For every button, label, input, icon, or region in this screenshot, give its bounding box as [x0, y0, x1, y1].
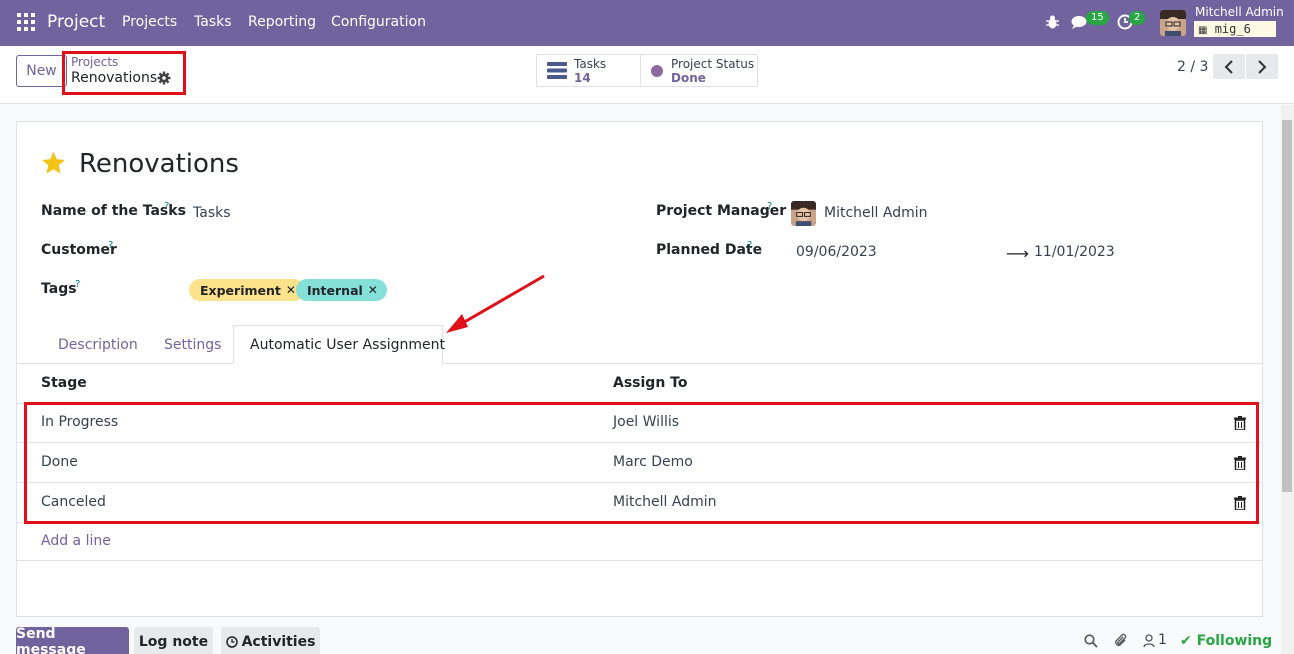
scrollbar-thumb[interactable] — [1282, 120, 1292, 492]
tags-label: Tags — [41, 281, 77, 297]
smart-status-value[interactable]: Done — [671, 71, 706, 85]
status-dot-icon — [651, 65, 663, 77]
tag-experiment[interactable]: Experiment ✕ — [189, 279, 305, 301]
tags-help[interactable]: ? — [75, 279, 80, 290]
check-icon: ✔ — [1180, 633, 1192, 649]
database-name: ▦ mig_6 — [1194, 21, 1276, 37]
following-label: Following — [1196, 633, 1273, 649]
pager-previous-button[interactable] — [1213, 54, 1245, 79]
planned-date-help[interactable]: ? — [747, 240, 752, 251]
database-icon: ▦ — [1198, 25, 1208, 36]
arrow-right-icon: ⟶ — [1006, 244, 1029, 263]
pager-value[interactable]: 2 / 3 — [1177, 59, 1208, 75]
top-navbar: Project Projects Tasks Reporting Configu… — [0, 0, 1294, 46]
column-header-assign-to[interactable]: Assign To — [613, 375, 687, 391]
favorite-star-icon[interactable] — [40, 150, 67, 176]
breadcrumb-highlight — [62, 51, 186, 95]
smart-status-label[interactable]: Project Status — [671, 57, 754, 71]
smart-tasks-label[interactable]: Tasks — [574, 57, 606, 71]
form-sheet — [16, 121, 1263, 617]
tag-experiment-label: Experiment — [200, 282, 281, 298]
tasks-name-help[interactable]: ? — [164, 201, 169, 212]
record-title[interactable]: Renovations — [79, 149, 239, 179]
user-name[interactable]: Mitchell Admin — [1195, 5, 1284, 19]
log-note-button[interactable]: Log note — [134, 627, 213, 654]
activities-label: Activities — [241, 634, 316, 650]
smart-divider — [640, 54, 641, 87]
search-icon[interactable] — [1084, 634, 1098, 648]
follower-icon[interactable] — [1143, 634, 1155, 648]
tag-remove-icon[interactable]: ✕ — [368, 283, 378, 297]
tab-description[interactable]: Description — [58, 337, 138, 353]
tabs-underline — [17, 363, 1262, 364]
paperclip-icon[interactable] — [1114, 633, 1128, 649]
table-bottom-divider — [17, 560, 1262, 561]
column-header-stage[interactable]: Stage — [41, 375, 87, 391]
chevron-left-icon — [1224, 59, 1233, 74]
user-avatar[interactable] — [1160, 10, 1186, 36]
apps-menu-icon[interactable] — [17, 13, 35, 31]
clock-icon — [225, 636, 238, 648]
menu-projects[interactable]: Projects — [122, 14, 177, 30]
tag-internal-label: Internal — [307, 282, 363, 298]
database-label: mig_6 — [1214, 22, 1251, 36]
project-manager-help[interactable]: ? — [767, 201, 772, 212]
pager-next-button[interactable] — [1246, 54, 1278, 79]
tab-settings[interactable]: Settings — [164, 337, 221, 353]
rows-highlight — [24, 402, 1259, 524]
annotation-arrow-icon — [446, 274, 545, 333]
customer-help[interactable]: ? — [108, 240, 113, 251]
chevron-right-icon — [1258, 59, 1267, 74]
messages-badge: 15 — [1086, 11, 1109, 25]
app-brand[interactable]: Project — [47, 12, 105, 32]
project-manager-field[interactable]: Mitchell Admin — [824, 205, 928, 221]
activities-button[interactable]: Activities — [221, 627, 320, 654]
manager-avatar — [791, 201, 816, 226]
tag-internal[interactable]: Internal ✕ — [296, 279, 387, 301]
tab-automatic-user-assignment-label[interactable]: Automatic User Assignment — [250, 337, 445, 353]
send-message-button[interactable]: Send message — [16, 626, 129, 654]
customer-label: Customer — [41, 242, 117, 258]
menu-tasks[interactable]: Tasks — [194, 14, 232, 30]
menu-reporting[interactable]: Reporting — [248, 14, 316, 30]
planned-start-field[interactable]: 09/06/2023 — [796, 244, 877, 260]
bug-icon[interactable] — [1045, 14, 1060, 30]
activities-badge: 2 — [1129, 11, 1146, 25]
followers-count[interactable]: 1 — [1158, 632, 1167, 648]
tasks-name-field[interactable]: Tasks — [193, 205, 231, 221]
smart-tasks-value[interactable]: 14 — [574, 71, 591, 85]
following-button[interactable]: ✔ Following — [1180, 633, 1272, 649]
tag-remove-icon[interactable]: ✕ — [286, 283, 296, 297]
planned-end-field[interactable]: 11/01/2023 — [1034, 244, 1115, 260]
add-line-link[interactable]: Add a line — [41, 533, 111, 549]
new-button[interactable]: New — [16, 55, 67, 87]
tasks-icon[interactable] — [547, 62, 567, 79]
menu-configuration[interactable]: Configuration — [331, 14, 426, 30]
